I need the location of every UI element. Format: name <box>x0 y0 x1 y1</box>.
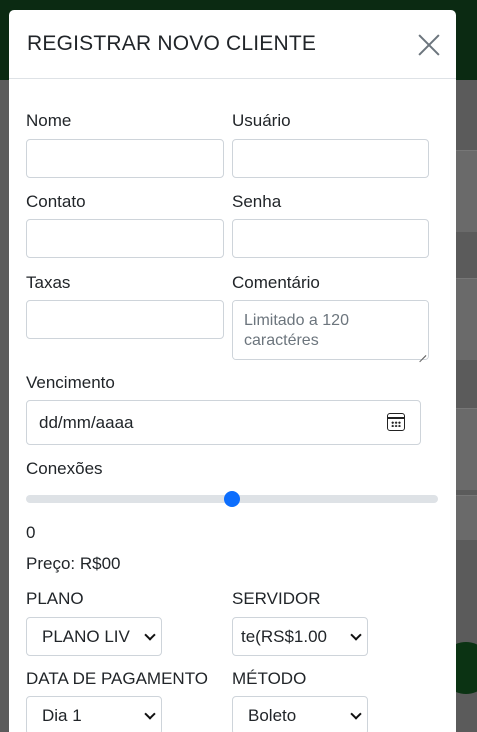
nome-label: Nome <box>26 111 72 130</box>
chevron-down-icon <box>350 629 362 641</box>
chevron-down-icon <box>144 708 156 720</box>
vencimento-label: Vencimento <box>26 373 115 392</box>
metodo-selected-value: Boleto <box>248 706 297 725</box>
modal-title: REGISTRAR NOVO CLIENTE <box>27 32 317 55</box>
vencimento-date-input[interactable]: dd/mm/aaaa <box>26 400 421 445</box>
plano-select[interactable]: PLANO LIV <box>26 617 162 656</box>
taxas-label: Taxas <box>26 273 71 292</box>
nome-input[interactable] <box>26 139 224 178</box>
metodo-select[interactable]: Boleto <box>232 696 368 732</box>
servidor-selected-value: te(RS$1.00 <box>241 627 327 646</box>
conexoes-label: Conexões <box>26 459 103 478</box>
servidor-label: SERVIDOR <box>232 589 321 608</box>
register-client-modal: REGISTRAR NOVO CLIENTE Nome Usuário Cont… <box>9 10 456 732</box>
senha-label: Senha <box>232 192 282 211</box>
resize-handle-icon[interactable] <box>418 349 426 357</box>
data-pagamento-select[interactable]: Dia 1 <box>26 696 162 732</box>
metodo-label: MÉTODO <box>232 669 307 688</box>
chevron-down-icon <box>350 708 362 720</box>
data-pagamento-selected-value: Dia 1 <box>42 706 82 725</box>
servidor-select[interactable]: te(RS$1.00 <box>232 617 368 656</box>
comentario-label: Comentário <box>232 273 320 292</box>
modal-header: REGISTRAR NOVO CLIENTE <box>9 10 456 79</box>
plano-selected-value: PLANO LIV <box>42 627 130 646</box>
contato-input[interactable] <box>26 219 224 258</box>
close-icon[interactable] <box>417 33 441 57</box>
preco-text: Preço: R$00 <box>26 554 121 573</box>
vencimento-date-value: dd/mm/aaaa <box>39 413 134 432</box>
calendar-icon[interactable] <box>387 413 405 431</box>
senha-input[interactable] <box>232 219 429 258</box>
comentario-textarea[interactable] <box>232 300 429 360</box>
usuario-input[interactable] <box>232 139 429 178</box>
contato-label: Contato <box>26 192 86 211</box>
data-pagamento-label: DATA DE PAGAMENTO <box>26 669 208 688</box>
usuario-label: Usuário <box>232 111 291 130</box>
conexoes-value: 0 <box>26 523 36 542</box>
chevron-down-icon <box>144 629 156 641</box>
taxas-input[interactable] <box>26 300 224 339</box>
conexoes-slider-thumb[interactable] <box>224 491 240 507</box>
conexoes-slider[interactable] <box>26 491 438 507</box>
plano-label: PLANO <box>26 589 84 608</box>
